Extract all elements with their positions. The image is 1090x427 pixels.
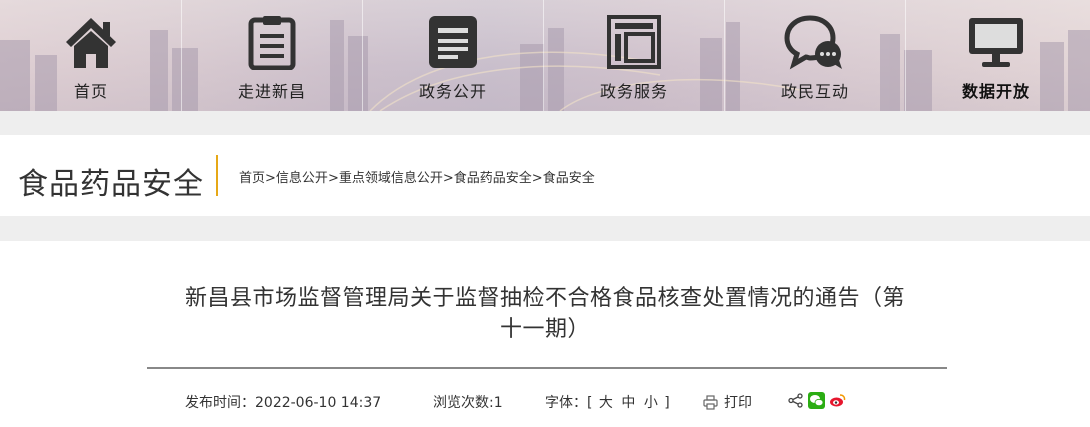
- grey-band: [0, 111, 1090, 135]
- views-label: 浏览次数:: [433, 395, 494, 411]
- article-title-line: 新昌县市场监督管理局关于监督抽检不合格食品核查处置情况的通告（第: [184, 286, 905, 311]
- nav-label: 走进新昌: [237, 82, 306, 101]
- chat-bubbles-icon: [783, 12, 847, 72]
- breadcrumb-separator: >: [265, 171, 276, 186]
- article-title: 新昌县市场监督管理局关于监督抽检不合格食品核查处置情况的通告（第 十一期）: [140, 283, 950, 345]
- nav-label: 政务服务: [599, 82, 668, 101]
- breadcrumb-home[interactable]: 首页: [239, 171, 265, 186]
- print-label: 打印: [724, 395, 752, 411]
- share-bar: [787, 392, 846, 409]
- nav-label: 首页: [73, 82, 108, 101]
- grey-band: [0, 216, 1090, 241]
- breadcrumb-info-public[interactable]: 信息公开: [276, 171, 328, 186]
- publish-label: 发布时间：: [185, 395, 255, 411]
- font-size-selector: 字体：[ 大 中 小 ]: [545, 392, 670, 412]
- nav-label: 政务公开: [418, 82, 487, 101]
- news-icon: [421, 12, 485, 72]
- font-bracket-close: ]: [664, 395, 670, 411]
- nav-label: 政民互动: [780, 82, 849, 101]
- share-icon[interactable]: [787, 392, 804, 409]
- article-title-line: 十一期）: [499, 317, 590, 342]
- view-count: 浏览次数:1: [433, 392, 503, 412]
- breadcrumb-separator: >: [531, 171, 543, 186]
- font-large-button[interactable]: 大: [599, 395, 613, 411]
- publish-time: 发布时间：2022-06-10 14:37: [185, 392, 381, 412]
- breadcrumb-food-drug-safety[interactable]: 食品药品安全: [454, 171, 532, 186]
- nav-item-data-open[interactable]: 数据开放: [905, 0, 1087, 111]
- breadcrumb-key-areas[interactable]: 重点领域信息公开: [339, 171, 443, 186]
- font-label: 字体：[: [545, 395, 593, 411]
- section-header: 食品药品安全 首页>信息公开>重点领域信息公开>食品药品安全>食品安全: [0, 135, 1090, 216]
- monitor-icon: [964, 12, 1028, 72]
- breadcrumb-food-safety[interactable]: 食品安全: [543, 171, 595, 186]
- breadcrumb: 首页>信息公开>重点领域信息公开>食品药品安全>食品安全: [239, 167, 595, 186]
- font-small-button[interactable]: 小: [644, 395, 658, 411]
- publish-value: 2022-06-10 14:37: [255, 395, 382, 411]
- nav-item-home[interactable]: 首页: [0, 0, 182, 111]
- nav-item-interaction[interactable]: 政民互动: [724, 0, 906, 111]
- print-button[interactable]: 打印: [703, 392, 752, 412]
- nav-label: 数据开放: [961, 82, 1030, 101]
- home-icon: [59, 12, 123, 72]
- nav-item-gov-service[interactable]: 政务服务: [543, 0, 725, 111]
- views-value: 1: [493, 395, 503, 411]
- title-accent-bar: [216, 155, 218, 196]
- weibo-icon[interactable]: [829, 392, 846, 409]
- service-frame-icon: [602, 12, 666, 72]
- nav-item-about[interactable]: 走进新昌: [181, 0, 363, 111]
- font-medium-button[interactable]: 中: [621, 395, 635, 411]
- top-navigation: 首页 走进新昌 政务公开 政务服务 政民互动 数据开放: [0, 0, 1090, 111]
- nav-item-gov-public[interactable]: 政务公开: [362, 0, 544, 111]
- printer-icon: [703, 394, 718, 410]
- section-title: 食品药品安全: [18, 167, 204, 202]
- breadcrumb-separator: >: [327, 171, 339, 186]
- wechat-icon[interactable]: [808, 392, 825, 409]
- breadcrumb-separator: >: [442, 171, 454, 186]
- title-divider: [147, 367, 947, 369]
- document-list-icon: [240, 12, 304, 72]
